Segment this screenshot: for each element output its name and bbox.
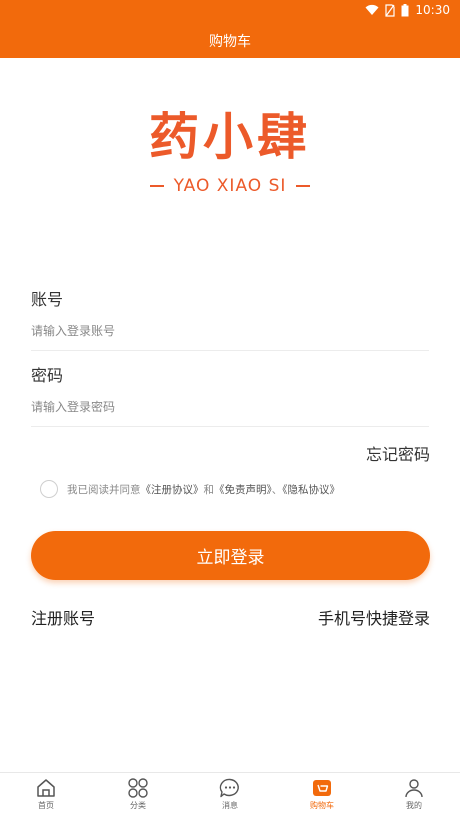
bottom-tab-bar: 首页 分类 消息 购物车 我的 (0, 772, 460, 815)
account-field-group: 账号 (31, 286, 429, 351)
tab-label: 消息 (222, 801, 238, 810)
tab-cart[interactable]: 购物车 (276, 773, 368, 815)
logo-text-cn: 药小肆 (149, 108, 311, 166)
tab-label: 我的 (406, 801, 422, 810)
message-icon (219, 778, 239, 798)
register-account-link[interactable]: 注册账号 (31, 605, 95, 629)
tab-home[interactable]: 首页 (0, 773, 92, 815)
title-bar: 购物车 (0, 24, 460, 58)
status-icons: 10:30 (365, 3, 450, 17)
logo-text-en: YAO XIAO SI (173, 176, 287, 196)
logo-subtitle-row: YAO XIAO SI (0, 176, 460, 196)
agreement-and: 和 (203, 483, 215, 496)
tab-label: 首页 (38, 801, 54, 810)
status-bar: 10:30 (0, 0, 460, 24)
password-field-group: 密码 (31, 362, 429, 427)
battery-icon (401, 3, 409, 16)
password-input[interactable] (31, 400, 429, 426)
grid-icon (128, 778, 148, 798)
page-title: 购物车 (209, 34, 251, 50)
agreement-prefix: 我已阅读并同意 (67, 483, 141, 496)
agreement-checkbox[interactable] (40, 480, 58, 498)
cart-icon (313, 780, 331, 796)
disclaimer-link[interactable]: 《免责声明》 (214, 484, 272, 496)
privacy-protocol-link[interactable]: 《隐私协议》 (282, 484, 340, 496)
tab-message[interactable]: 消息 (184, 773, 276, 815)
tab-mine[interactable]: 我的 (368, 773, 460, 815)
logo-dash-right (296, 185, 311, 187)
logo-dash-left (149, 185, 164, 187)
status-time: 10:30 (415, 3, 450, 17)
no-sim-icon (385, 3, 396, 17)
user-icon (405, 779, 423, 798)
password-label: 密码 (31, 366, 64, 385)
agreement-text: 我已阅读并同意《注册协议》和《免责声明》、《隐私协议》 (67, 482, 340, 497)
tab-label: 分类 (130, 801, 146, 810)
phone-quick-login-link[interactable]: 手机号快捷登录 (318, 605, 430, 629)
account-input[interactable] (31, 324, 429, 350)
tab-category[interactable]: 分类 (92, 773, 184, 815)
wifi-icon (365, 4, 379, 15)
forgot-password-link[interactable]: 忘记密码 (366, 441, 430, 465)
register-protocol-link[interactable]: 《注册协议》 (141, 484, 204, 496)
tab-label: 购物车 (310, 801, 334, 810)
login-button[interactable]: 立即登录 (31, 531, 430, 580)
home-icon (37, 779, 55, 797)
account-label: 账号 (31, 290, 64, 309)
brand-logo: 药小肆 YAO XIAO SI (0, 112, 460, 196)
agreement-separator: 、 (271, 483, 283, 496)
agreement-row: 我已阅读并同意《注册协议》和《免责声明》、《隐私协议》 (40, 480, 340, 498)
